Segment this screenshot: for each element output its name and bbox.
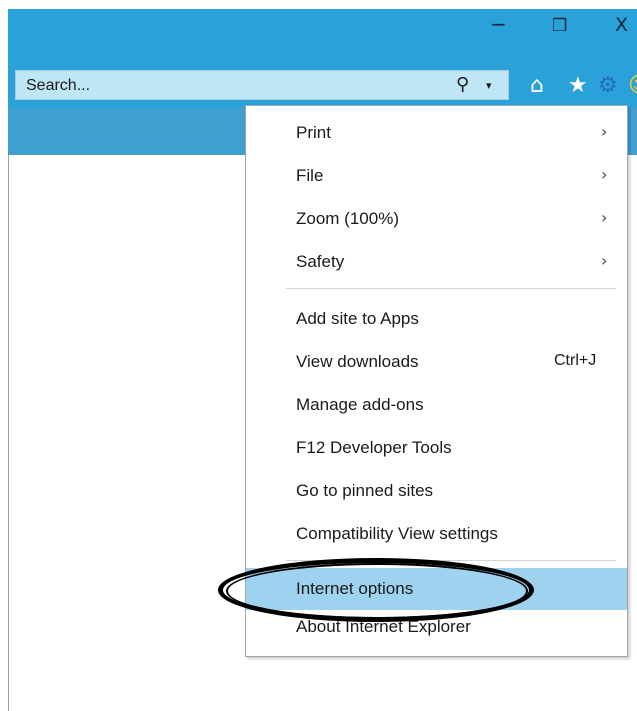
menu-item-shortcut: Ctrl+J bbox=[554, 352, 597, 369]
menu-item-print[interactable]: Print › bbox=[246, 114, 627, 150]
menu-item-add-site-to-apps[interactable]: Add site to Apps bbox=[246, 300, 627, 336]
title-bar bbox=[8, 9, 637, 56]
search-dropdown-icon[interactable]: ▾ bbox=[486, 79, 492, 92]
window-border bbox=[8, 155, 9, 711]
submenu-arrow-icon: › bbox=[601, 208, 608, 227]
highlight-ellipse-inner bbox=[226, 563, 528, 619]
menu-item-file[interactable]: File › bbox=[246, 157, 627, 193]
star-icon[interactable]: ★ bbox=[568, 73, 588, 98]
menu-item-label: Go to pinned sites bbox=[296, 481, 434, 500]
submenu-arrow-icon: › bbox=[601, 165, 608, 184]
restore-button[interactable]: ❐ bbox=[552, 16, 567, 36]
gear-icon[interactable]: ⚙ bbox=[598, 73, 618, 98]
menu-item-manage-add-ons[interactable]: Manage add-ons bbox=[246, 386, 627, 422]
menu-item-label: Compatibility View settings bbox=[296, 524, 498, 543]
menu-item-label: Zoom (100%) bbox=[296, 209, 399, 228]
menu-item-label: Manage add-ons bbox=[296, 395, 424, 414]
menu-separator bbox=[286, 288, 616, 289]
submenu-arrow-icon: › bbox=[601, 251, 608, 270]
menu-item-compatibility-view[interactable]: Compatibility View settings bbox=[246, 515, 627, 551]
search-input[interactable]: Search... ⚲ ▾ bbox=[15, 70, 509, 100]
menu-item-developer-tools[interactable]: F12 Developer Tools bbox=[246, 429, 627, 465]
menu-item-zoom[interactable]: Zoom (100%) › bbox=[246, 200, 627, 236]
menu-item-label: Safety bbox=[296, 252, 345, 271]
menu-item-view-downloads[interactable]: View downloads Ctrl+J bbox=[246, 343, 627, 379]
home-icon[interactable]: ⌂ bbox=[530, 73, 544, 98]
menu-item-label: F12 Developer Tools bbox=[296, 438, 452, 457]
menu-item-label: File bbox=[296, 166, 324, 185]
minimize-button[interactable]: − bbox=[490, 14, 507, 34]
menu-item-label: Add site to Apps bbox=[296, 309, 419, 328]
menu-item-label: View downloads bbox=[296, 352, 419, 371]
submenu-arrow-icon: › bbox=[601, 122, 608, 141]
menu-item-safety[interactable]: Safety › bbox=[246, 243, 627, 279]
smile-icon[interactable]: ☺ bbox=[628, 73, 637, 98]
search-icon[interactable]: ⚲ bbox=[456, 74, 469, 95]
menu-item-pinned-sites[interactable]: Go to pinned sites bbox=[246, 472, 627, 508]
search-placeholder: Search... bbox=[26, 77, 91, 94]
menu-item-label: Print bbox=[296, 123, 331, 142]
close-button[interactable]: X bbox=[615, 15, 628, 35]
